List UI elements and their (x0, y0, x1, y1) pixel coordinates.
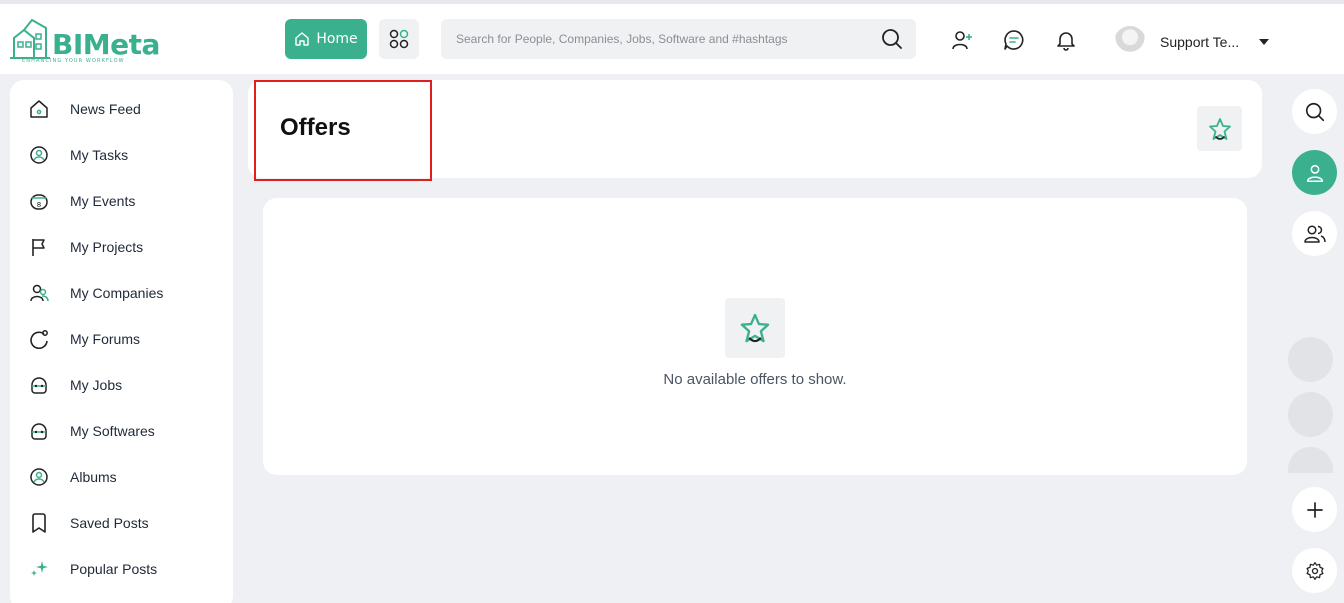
home-button[interactable]: Home (285, 19, 367, 59)
bell-icon (1057, 32, 1075, 51)
software-icon (28, 420, 50, 442)
rail-placeholder (1288, 447, 1333, 473)
sidebar-item-label: My Softwares (70, 423, 155, 439)
sidebar-item-label: My Companies (70, 285, 164, 301)
briefcase-icon (28, 374, 50, 396)
sidebar-item-my-tasks[interactable]: My Tasks (10, 132, 233, 178)
calendar-icon: 8 (28, 190, 50, 212)
caret-down-icon (1259, 39, 1270, 45)
star-icon (1208, 117, 1231, 140)
sidebar-item-albums[interactable]: Albums (10, 454, 233, 500)
chat-icon (1004, 30, 1024, 50)
offers-button[interactable] (1197, 106, 1242, 151)
top-bar: BIMeta ENHANCING YOUR WORKFLOW Home Sear… (0, 0, 1344, 74)
logo[interactable]: BIMeta ENHANCING YOUR WORKFLOW (10, 16, 160, 68)
album-icon (28, 466, 50, 488)
sidebar-item-label: Popular Posts (70, 561, 158, 577)
search-icon (1305, 102, 1324, 121)
notifications-button[interactable] (1053, 27, 1079, 53)
rail-profile-button[interactable] (1292, 150, 1337, 195)
sidebar-item-saved-posts[interactable]: Saved Posts (10, 500, 233, 546)
star-icon (740, 313, 770, 343)
user-name: Support Te... (1160, 34, 1240, 50)
brand-name: BIMeta (52, 28, 160, 61)
users-icon (1303, 224, 1326, 243)
apps-grid-icon (389, 29, 409, 49)
sidebar-item-label: My Forums (70, 331, 140, 347)
sidebar-item-my-jobs[interactable]: My Jobs (10, 362, 233, 408)
rail-add-button[interactable] (1292, 487, 1337, 532)
sidebar: News Feed My Tasks 8 My Events My Projec… (10, 80, 233, 603)
svg-text:8: 8 (37, 201, 41, 209)
user-icon (1306, 164, 1323, 182)
sidebar-item-news-feed[interactable]: News Feed (10, 86, 233, 132)
sidebar-item-label: News Feed (70, 101, 141, 117)
rail-search-button[interactable] (1292, 89, 1337, 134)
sidebar-item-my-events[interactable]: 8 My Events (10, 178, 233, 224)
empty-state-icon-box (725, 298, 785, 358)
sparkle-icon (28, 558, 50, 580)
rail-friends-button[interactable] (1292, 211, 1337, 256)
sidebar-item-popular-posts[interactable]: Popular Posts (10, 546, 233, 592)
sidebar-item-my-softwares[interactable]: My Softwares (10, 408, 233, 454)
highlight-box (254, 80, 432, 181)
add-user-icon (952, 31, 972, 50)
search-bar (441, 19, 916, 59)
avatar (1114, 26, 1146, 58)
brand-tagline: ENHANCING YOUR WORKFLOW (22, 58, 125, 64)
search-icon[interactable] (880, 27, 904, 51)
forum-icon (28, 328, 50, 350)
add-friend-button[interactable] (949, 27, 975, 53)
settings-icon (1305, 561, 1324, 580)
plus-icon (1306, 501, 1323, 518)
sidebar-item-label: My Jobs (70, 377, 123, 393)
logo-building-icon (10, 18, 50, 59)
sidebar-item-my-projects[interactable]: My Projects (10, 224, 233, 270)
sidebar-item-my-companies[interactable]: My Companies (10, 270, 233, 316)
sidebar-item-label: Albums (70, 469, 117, 485)
messages-button[interactable] (1001, 27, 1027, 53)
sidebar-item-label: My Events (70, 193, 136, 209)
home-icon (28, 98, 50, 120)
task-icon (28, 144, 50, 166)
sidebar-item-my-forums[interactable]: My Forums (10, 316, 233, 362)
companies-icon (28, 282, 50, 304)
offers-empty-state: No available offers to show. (263, 198, 1247, 475)
sidebar-item-label: My Tasks (70, 147, 129, 163)
sidebar-item-label: Saved Posts (70, 515, 149, 531)
search-input[interactable] (441, 19, 871, 59)
user-menu[interactable]: Support Te... (1114, 24, 1270, 60)
sidebar-item-label: My Projects (70, 239, 144, 255)
home-button-label: Home (316, 31, 358, 47)
empty-state-message: No available offers to show. (663, 371, 847, 388)
home-icon (295, 32, 310, 46)
rail-placeholder (1288, 337, 1333, 382)
rail-settings-button[interactable] (1292, 548, 1337, 593)
apps-button[interactable] (379, 19, 419, 59)
rail-placeholder (1288, 392, 1333, 437)
bookmark-icon (28, 512, 50, 534)
flag-icon (28, 236, 50, 258)
